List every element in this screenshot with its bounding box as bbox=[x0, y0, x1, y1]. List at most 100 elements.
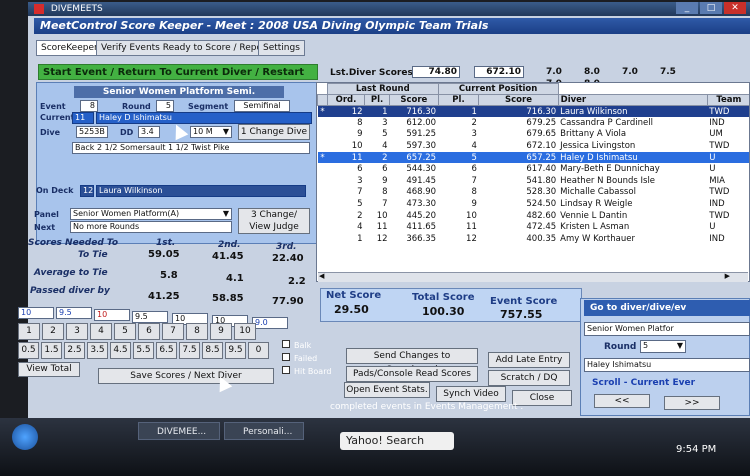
goto-diver-field[interactable]: Haley Ishimatsu bbox=[584, 358, 750, 372]
synch-video-button[interactable]: Synch Video bbox=[436, 386, 506, 402]
table-row[interactable]: 2 10 445.20 10 482.60 Vennie L Dantin TWD bbox=[318, 210, 750, 222]
scroll-left-icon[interactable]: ◀ bbox=[319, 272, 324, 280]
group-current-position: Current Position bbox=[437, 83, 559, 95]
scores-col-1st: 1st. bbox=[156, 238, 176, 248]
tab-scorekeeper[interactable]: ScoreKeeper bbox=[36, 40, 103, 56]
dive-code-field[interactable]: 5253B bbox=[76, 126, 108, 138]
keypad-key[interactable]: 3 bbox=[66, 323, 88, 340]
table-row[interactable]: 8 3 612.00 2 679.25 Cassandra P Cardinell IND bbox=[318, 117, 750, 129]
col-cscore[interactable]: Score bbox=[478, 94, 559, 106]
keypad-key[interactable]: 4 bbox=[90, 323, 112, 340]
cell-diver: Lindsay R Weigle bbox=[560, 199, 633, 210]
keypad-key[interactable]: 9 bbox=[210, 323, 232, 340]
col-ord[interactable]: Ord. bbox=[326, 94, 366, 106]
event-label: Event bbox=[40, 102, 66, 111]
balk-option[interactable]: Balk bbox=[282, 340, 342, 353]
judge-4-input[interactable]: 9.5 bbox=[132, 311, 168, 323]
table-row[interactable]: 9 5 591.25 3 679.65 Brittany A Viola UM bbox=[318, 129, 750, 141]
keypad-key[interactable]: 8.5 bbox=[202, 342, 223, 359]
keypad-key[interactable]: 2.5 bbox=[64, 342, 85, 359]
pads-console-button[interactable]: Pads/Console Read Scores bbox=[346, 366, 478, 382]
keypad-key[interactable]: 6 bbox=[138, 323, 160, 340]
col-team[interactable]: Team bbox=[706, 94, 749, 106]
event-number-field[interactable]: 8 bbox=[80, 100, 98, 112]
col-score[interactable]: Score bbox=[389, 94, 439, 106]
goto-prev-button[interactable]: << bbox=[594, 394, 650, 408]
add-late-entry-button[interactable]: Add Late Entry bbox=[488, 352, 570, 368]
judge-3-input[interactable]: 10 bbox=[94, 309, 130, 321]
keypad-key[interactable]: 7 bbox=[162, 323, 184, 340]
keypad-key[interactable]: 9.5 bbox=[225, 342, 246, 359]
panel-label: Panel bbox=[34, 210, 59, 219]
results-table-container: Last Round Current Position Ord. Pl. Sco… bbox=[316, 82, 750, 282]
goto-event-field[interactable]: Senior Women Platfor bbox=[584, 322, 750, 336]
round-number-field[interactable]: 5 bbox=[156, 100, 174, 112]
goto-round-select[interactable]: 5 ▼ bbox=[640, 340, 686, 353]
judge-2-input[interactable]: 9.5 bbox=[56, 307, 92, 319]
scratch-dq-button[interactable]: Scratch / DQ bbox=[488, 370, 570, 386]
col-diver[interactable]: Diver bbox=[557, 94, 708, 106]
cell-current-score: 672.10 bbox=[526, 141, 557, 152]
table-row[interactable]: 1 12 366.35 12 400.35 Amy W Korthauer IND bbox=[318, 233, 750, 245]
col-pl[interactable]: Pl. bbox=[364, 94, 391, 106]
segment-field[interactable]: Semifinal bbox=[234, 100, 290, 112]
keypad-key[interactable]: 0.5 bbox=[18, 342, 39, 359]
taskbar-item-divemeets[interactable]: DIVEMEE... bbox=[138, 422, 220, 440]
start-event-button[interactable]: Start Event / Return To Current Diver / … bbox=[38, 64, 318, 94]
change-dive-button[interactable]: 1 Change Dive bbox=[238, 124, 310, 140]
cell-pl: 7 bbox=[382, 199, 388, 210]
table-row[interactable]: * 11 2 657.25 5 657.25 Haley D Ishimatsu U bbox=[317, 151, 749, 164]
keypad-key[interactable]: 1 bbox=[18, 323, 40, 340]
maximize-button[interactable]: □ bbox=[700, 2, 722, 14]
table-row[interactable]: 5 7 473.30 9 524.50 Lindsay R Weigle IND bbox=[318, 198, 750, 210]
horizontal-scrollbar[interactable]: ◀ ▶ bbox=[318, 272, 748, 282]
table-row[interactable]: 4 11 411.65 11 472.45 Kristen L Asman U bbox=[318, 221, 750, 233]
keypad-key[interactable]: 6.5 bbox=[156, 342, 177, 359]
cell-team: U bbox=[707, 151, 749, 164]
goto-next-button[interactable]: >> bbox=[664, 396, 720, 410]
keypad-key[interactable]: 3.5 bbox=[87, 342, 108, 359]
keypad-key[interactable]: 5.5 bbox=[133, 342, 154, 359]
keypad-key[interactable]: 1.5 bbox=[41, 342, 62, 359]
balk-checkbox[interactable] bbox=[282, 340, 290, 348]
tab-verify-events[interactable]: Verify Events Ready to Score / Reports bbox=[96, 40, 279, 56]
cell-team: IND bbox=[709, 233, 725, 244]
table-row[interactable]: * 12 1 716.30 1 716.30 Laura Wilkinson TWD bbox=[317, 105, 749, 118]
send-changes-button[interactable]: Send Changes to Scoreboard bbox=[346, 348, 478, 375]
panel-select[interactable]: Senior Women Platform(A) ▼ bbox=[70, 208, 232, 220]
close-window-button[interactable]: ✕ bbox=[724, 2, 746, 14]
hit-board-checkbox[interactable] bbox=[282, 366, 290, 374]
open-event-stats-button[interactable]: Open Event Stats. bbox=[344, 382, 430, 398]
cell-score: 657.25 bbox=[389, 151, 439, 164]
col-cpl[interactable]: Pl. bbox=[437, 94, 480, 106]
keypad-key[interactable]: 2 bbox=[42, 323, 64, 340]
keypad-key[interactable]: 0 bbox=[248, 342, 269, 359]
failed-checkbox[interactable] bbox=[282, 353, 290, 361]
table-row[interactable]: 3 9 491.45 7 541.80 Heather N Bounds Isle MIA bbox=[318, 175, 750, 187]
table-row[interactable]: 7 8 468.90 8 528.30 Michalle Cabassol TWD bbox=[318, 187, 750, 199]
start-button-icon[interactable] bbox=[12, 424, 38, 450]
change-judge-button[interactable]: 3 Change/ View Judge bbox=[238, 208, 310, 234]
minimize-button[interactable]: _ bbox=[676, 2, 698, 14]
failed-option[interactable]: Failed bbox=[282, 353, 342, 366]
taskbar-search-box[interactable]: Yahoo! Search bbox=[340, 432, 454, 450]
hit-board-option[interactable]: Hit Board bbox=[282, 366, 342, 379]
view-total-button[interactable]: View Total bbox=[18, 362, 80, 377]
save-scores-button[interactable]: Save Scores / Next Diver bbox=[98, 368, 274, 384]
keypad-key[interactable]: 10 bbox=[234, 323, 256, 340]
spacer-header-2 bbox=[558, 83, 708, 95]
taskbar-item-personalize[interactable]: Personali... bbox=[224, 422, 304, 440]
height-value: 10 M bbox=[193, 127, 213, 136]
keypad-key[interactable]: 7.5 bbox=[179, 342, 200, 359]
keypad-key[interactable]: 5 bbox=[114, 323, 136, 340]
height-select[interactable]: 10 M ▼ bbox=[190, 126, 232, 138]
judge-1-input[interactable]: 10 bbox=[18, 307, 54, 319]
keypad-key[interactable]: 8 bbox=[186, 323, 208, 340]
keypad-key[interactable]: 4.5 bbox=[110, 342, 131, 359]
tab-settings[interactable]: Settings bbox=[258, 40, 305, 56]
judge-score-inputs: 10 9.5 10 9.5 10 10 9.0 bbox=[16, 307, 296, 329]
cell-current-pl: 1 bbox=[438, 105, 479, 118]
table-row[interactable]: 6 6 544.30 6 617.40 Mary-Beth E Dunnichay U bbox=[318, 163, 750, 175]
table-row[interactable]: 10 4 597.30 4 672.10 Jessica Livingston TWD bbox=[318, 140, 750, 152]
scroll-right-icon[interactable]: ▶ bbox=[725, 272, 730, 280]
